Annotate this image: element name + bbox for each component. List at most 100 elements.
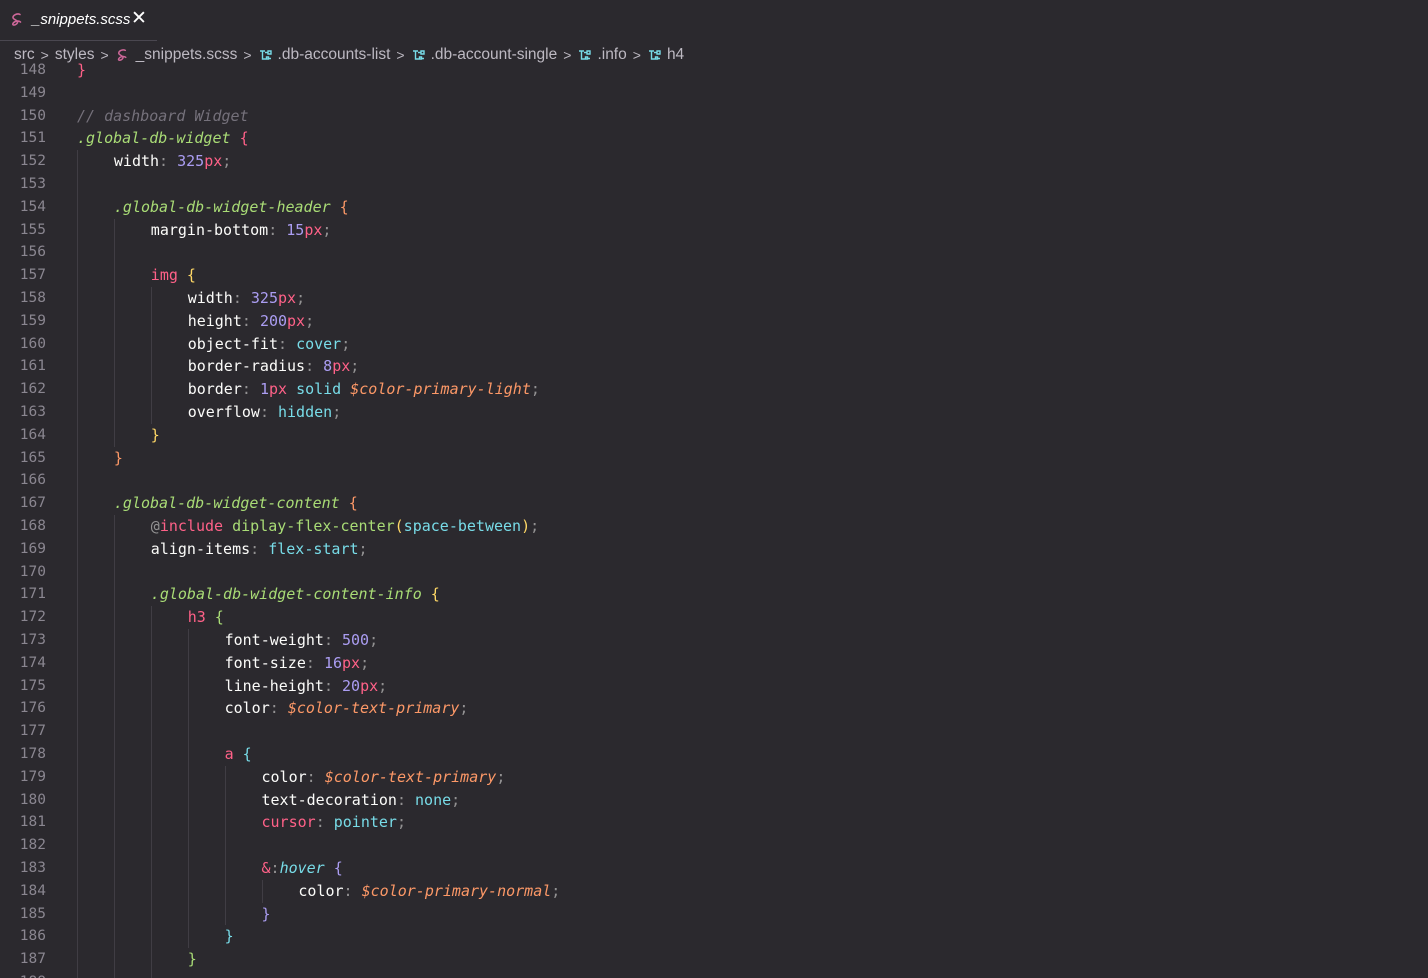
code-token: 8 bbox=[323, 357, 333, 376]
code-line: 182 bbox=[0, 834, 1428, 857]
code-token: } bbox=[261, 904, 271, 923]
code-token: : bbox=[343, 881, 362, 900]
code-token: : bbox=[323, 631, 342, 649]
code-text: color: $color-text-primary; bbox=[262, 766, 506, 789]
code-text: h3 { bbox=[188, 606, 224, 629]
code-token: hover bbox=[279, 859, 325, 877]
code-token: 200 bbox=[259, 311, 288, 330]
code-token: ; bbox=[322, 220, 332, 239]
code-token: px bbox=[204, 152, 223, 171]
code-token: { bbox=[348, 494, 358, 513]
code-token: ; bbox=[530, 380, 540, 399]
code-line: 156 bbox=[0, 241, 1428, 264]
code-token: : bbox=[159, 152, 178, 171]
code-token: $color-text-primary bbox=[324, 767, 497, 786]
code-text: width: 325px; bbox=[188, 287, 305, 310]
code-token: ; bbox=[530, 517, 540, 535]
code-token: ; bbox=[496, 767, 506, 786]
code-line: 176 color: $color-text-primary; bbox=[0, 697, 1428, 720]
line-number: 156 bbox=[19, 244, 46, 261]
line-number: 157 bbox=[19, 267, 46, 284]
code-line: 179 color: $color-text-primary; bbox=[0, 766, 1428, 789]
code-token: : bbox=[396, 790, 416, 809]
code-text: .global-db-widget-content { bbox=[114, 492, 358, 515]
line-number: 162 bbox=[19, 381, 46, 398]
line-number: 175 bbox=[19, 677, 46, 694]
code-token: { bbox=[242, 745, 252, 763]
code-token: height bbox=[187, 311, 242, 330]
code-token: ) bbox=[521, 517, 531, 535]
line-number: 187 bbox=[19, 951, 46, 968]
code-text: // dashboard Widget bbox=[77, 105, 249, 128]
code-token: border bbox=[187, 380, 242, 399]
line-number: 167 bbox=[19, 495, 46, 512]
line-number: 177 bbox=[19, 723, 46, 740]
code-line: 171 .global-db-widget-content-info { bbox=[0, 583, 1428, 606]
code-token: line-height bbox=[224, 676, 324, 695]
code-token: ; bbox=[369, 631, 379, 649]
code-line: 150 // dashboard Widget bbox=[0, 105, 1428, 128]
code-token: // dashboard Widget bbox=[77, 106, 249, 125]
code-token: : bbox=[268, 220, 287, 239]
code-token: ; bbox=[451, 790, 461, 809]
line-number: 181 bbox=[19, 814, 46, 831]
code-token: px bbox=[278, 289, 297, 307]
line-number: 176 bbox=[19, 700, 46, 717]
code-editor[interactable]: 148} 149 150// dashboard Widget 151 .global-… bbox=[0, 60, 1428, 978]
code-token: font-weight bbox=[224, 631, 324, 649]
code-text: } bbox=[262, 903, 271, 926]
code-token: .global-db-widget bbox=[77, 129, 240, 148]
code-text: } bbox=[188, 948, 197, 971]
code-token: pointer bbox=[333, 813, 397, 832]
code-token: { bbox=[430, 585, 440, 604]
code-line: 180 text-decoration: none; bbox=[0, 789, 1428, 812]
line-number: 161 bbox=[19, 358, 46, 375]
code-token: $color-primary-light bbox=[350, 380, 531, 399]
line-number: 152 bbox=[19, 153, 46, 170]
code-line: 173 font-weight: 500; bbox=[0, 629, 1428, 652]
tab-snippets-scss[interactable]: _snippets.scss ✕ bbox=[0, 0, 157, 41]
code-token: : bbox=[315, 813, 334, 832]
code-line: 154 .global-db-widget-header { bbox=[0, 196, 1428, 219]
code-token: : bbox=[323, 676, 342, 695]
code-token: ; bbox=[305, 311, 315, 330]
code-line: 174 font-size: 16px; bbox=[0, 652, 1428, 675]
code-line: 164} bbox=[0, 424, 1428, 447]
line-number: 165 bbox=[19, 449, 46, 466]
line-number: 184 bbox=[19, 882, 46, 899]
code-text: color: $color-primary-normal; bbox=[298, 880, 560, 903]
code-token: ; bbox=[222, 152, 232, 171]
code-token: diplay-flex-center bbox=[232, 517, 395, 535]
sass-icon bbox=[11, 13, 22, 26]
code-text: color: $color-text-primary; bbox=[225, 697, 469, 720]
code-token: $color-text-primary bbox=[287, 699, 460, 718]
code-token: include bbox=[159, 517, 224, 535]
code-token: } bbox=[113, 448, 123, 467]
code-text: font-size: 16px; bbox=[225, 652, 370, 675]
line-number: 151 bbox=[19, 130, 46, 147]
code-token: : bbox=[278, 334, 297, 353]
line-number: 159 bbox=[19, 312, 46, 329]
code-line: 153 bbox=[0, 173, 1428, 196]
code-token: ; bbox=[551, 881, 561, 900]
code-token: cursor bbox=[261, 813, 316, 832]
line-number: 148 bbox=[19, 62, 46, 78]
code-line: 167 .global-db-widget-content { bbox=[0, 492, 1428, 515]
line-number: 169 bbox=[19, 540, 46, 557]
code-line: 159 height: 200px; bbox=[0, 310, 1428, 333]
code-token: object-fit bbox=[187, 334, 278, 353]
code-line: 172 h3 { bbox=[0, 606, 1428, 629]
close-icon[interactable]: ✕ bbox=[131, 9, 147, 29]
code-line: 188 bbox=[0, 971, 1428, 978]
code-token: px bbox=[342, 653, 361, 672]
code-text: line-height: 20px; bbox=[225, 675, 388, 698]
code-line: 187} bbox=[0, 948, 1428, 971]
line-number: 186 bbox=[19, 928, 46, 945]
code-line: 178 a { bbox=[0, 743, 1428, 766]
code-line: 155 margin-bottom: 15px; bbox=[0, 219, 1428, 242]
code-token: ; bbox=[396, 813, 406, 832]
code-token: ; bbox=[360, 653, 370, 672]
line-number: 166 bbox=[19, 472, 46, 489]
code-line: 181 cursor: pointer; bbox=[0, 811, 1428, 834]
code-line: 183 &:hover { bbox=[0, 857, 1428, 880]
